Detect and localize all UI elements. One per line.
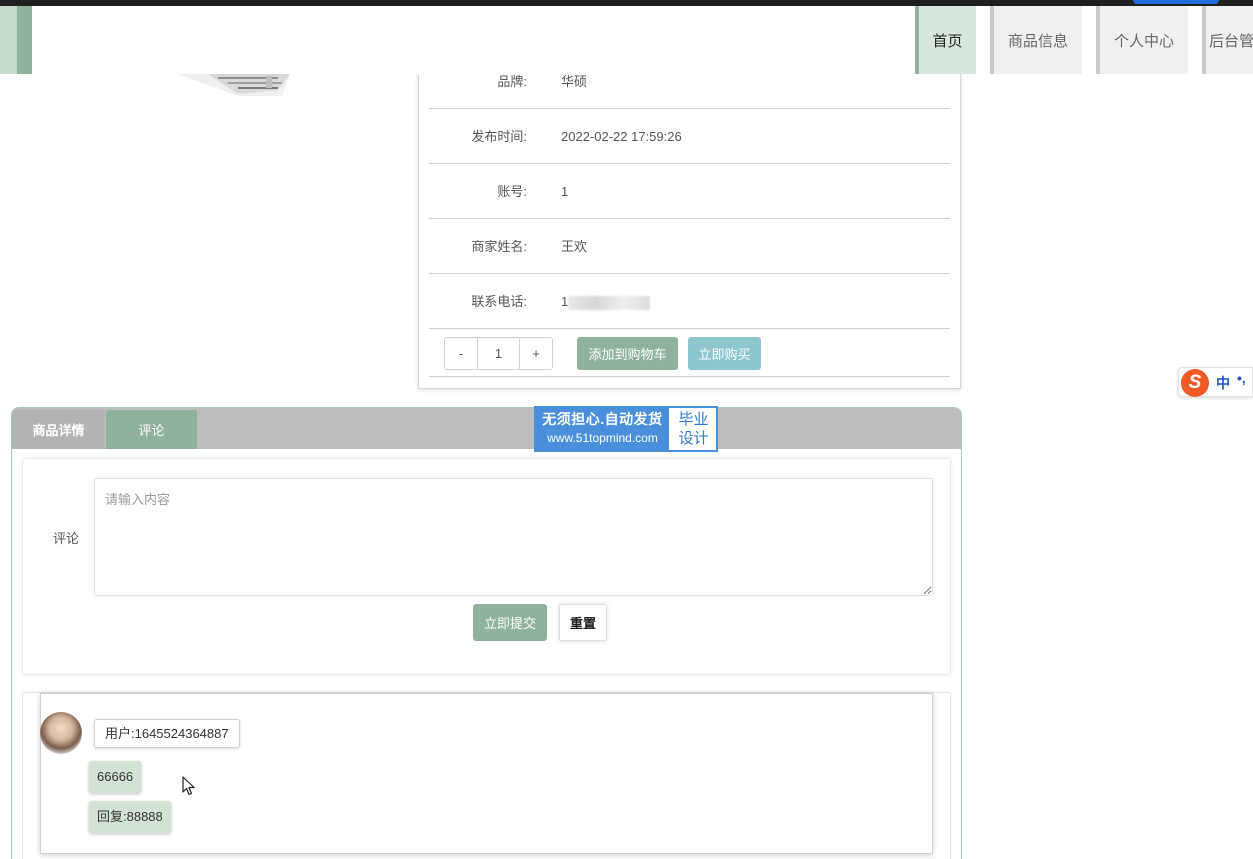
watermark-right: 毕业 设计 — [671, 408, 716, 450]
product-info-panel: 品牌: 华硕 发布时间: 2022-02-22 17:59:26 账号: 1 商… — [418, 54, 961, 389]
merchant-name-value: 王欢 — [561, 239, 588, 254]
watermark-line1: 无须担心.自动发货 — [542, 411, 663, 427]
reset-button[interactable]: 重置 — [559, 604, 607, 641]
product-image — [178, 74, 290, 96]
phone-redaction — [568, 295, 651, 310]
header-left-bar — [17, 6, 32, 74]
mouse-cursor-icon — [182, 776, 195, 796]
phone-value: 1 — [561, 274, 651, 329]
nav-products[interactable]: 商品信息 — [990, 6, 1082, 74]
account-row: 账号: 1 — [429, 164, 950, 219]
publish-time-label: 发布时间: — [471, 129, 527, 144]
header-left-block — [0, 6, 17, 74]
watermark-line2: www.51topmind.com — [547, 431, 658, 445]
account-label: 账号: — [497, 184, 527, 199]
nav-user-center[interactable]: 个人中心 — [1096, 6, 1188, 74]
nav-admin[interactable]: 后台管理 — [1202, 6, 1253, 74]
watermark-banner: 无须担心.自动发货 www.51topmind.com 毕业 设计 — [534, 406, 718, 452]
comment-content: 66666 — [89, 761, 142, 793]
tab-product-detail[interactable]: 商品详情 — [12, 410, 105, 449]
avatar — [40, 712, 82, 754]
watermark-right-top: 毕业 — [678, 411, 709, 428]
quantity-increase-button[interactable]: + — [520, 338, 552, 369]
merchant-name-label: 商家姓名: — [471, 239, 527, 254]
ime-toolbar[interactable]: S 中 •, — [1178, 367, 1253, 397]
sogou-logo-icon: S — [1181, 369, 1209, 397]
comment-reply: 回复:88888 — [89, 801, 171, 833]
comment-user: 用户:1645524364887 — [94, 719, 240, 748]
phone-visible-digit: 1 — [561, 294, 569, 309]
add-to-cart-button[interactable]: 添加到购物车 — [577, 337, 678, 370]
quantity-input[interactable]: 1 — [477, 338, 520, 369]
quantity-decrease-button[interactable]: - — [445, 338, 477, 369]
browser-tab-indicator — [1133, 0, 1219, 4]
submit-button[interactable]: 立即提交 — [473, 604, 547, 641]
comment-item: 用户:1645524364887 66666 回复:88888 — [40, 693, 933, 854]
phone-row: 联系电话: 1 — [429, 274, 950, 329]
account-value: 1 — [561, 184, 569, 199]
tab-bar: 商品详情 评论 — [12, 408, 961, 449]
site-header: 首页 商品信息 个人中心 后台管理 — [0, 6, 1253, 74]
publish-time-value: 2022-02-22 17:59:26 — [561, 129, 682, 144]
comment-form: 评论 立即提交 重置 — [22, 458, 951, 675]
comment-label: 评论 — [53, 531, 80, 546]
buy-now-button[interactable]: 立即购买 — [688, 337, 761, 370]
publish-time-row: 发布时间: 2022-02-22 17:59:26 — [429, 109, 950, 164]
watermark-right-bottom: 设计 — [678, 430, 709, 447]
quantity-stepper: - 1 + — [444, 337, 553, 370]
ime-punct-label[interactable]: •, — [1237, 370, 1246, 386]
comments-list: 用户:1645524364887 66666 回复:88888 — [22, 692, 951, 859]
tab-comments[interactable]: 评论 — [106, 410, 197, 449]
nav-home[interactable]: 首页 — [915, 6, 976, 74]
phone-label: 联系电话: — [471, 294, 527, 309]
purchase-action-row: - 1 + 添加到购物车 立即购买 — [429, 329, 950, 377]
watermark-left: 无须担心.自动发货 www.51topmind.com — [536, 408, 669, 450]
ime-mode-label[interactable]: 中 — [1216, 373, 1230, 393]
merchant-name-row: 商家姓名: 王欢 — [429, 219, 950, 274]
comment-textarea[interactable] — [94, 478, 933, 596]
